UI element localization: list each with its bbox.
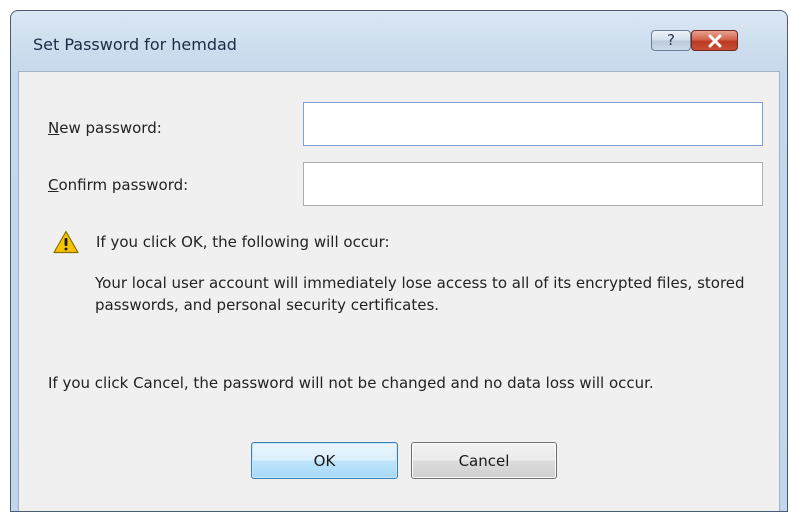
warning-body: Your local user account will immediately…	[95, 274, 745, 314]
close-button[interactable]	[691, 30, 738, 51]
title-bar[interactable]: Set Password for hemdad ?	[11, 11, 787, 71]
dialog-title: Set Password for hemdad	[33, 35, 237, 54]
confirm-password-label: Confirm password:	[48, 176, 188, 194]
cancel-note: If you click Cancel, the password will n…	[48, 374, 654, 392]
confirm-password-field[interactable]	[303, 162, 763, 206]
help-icon: ?	[667, 31, 675, 49]
cancel-button[interactable]: Cancel	[411, 442, 557, 479]
confirm-password-accelerator: C	[48, 176, 59, 194]
dialog-body: New password: Confirm password: If you c…	[18, 71, 780, 511]
new-password-label: New password:	[48, 119, 162, 137]
close-x-icon	[708, 34, 722, 48]
confirm-password-label-text: onfirm password:	[58, 176, 189, 194]
warning-triangle-icon	[53, 230, 79, 254]
ok-button[interactable]: OK	[251, 442, 398, 479]
set-password-dialog: Set Password for hemdad ? New password: …	[10, 10, 788, 512]
new-password-label-text: ew password:	[59, 119, 162, 137]
warning-title: If you click OK, the following will occu…	[96, 233, 390, 251]
help-button[interactable]: ?	[651, 30, 691, 51]
new-password-field[interactable]	[303, 102, 763, 146]
new-password-accelerator: N	[48, 119, 60, 137]
